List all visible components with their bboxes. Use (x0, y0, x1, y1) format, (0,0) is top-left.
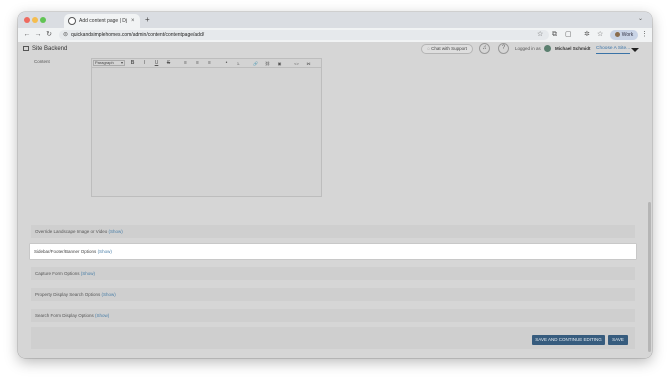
format-select-value: Paragraph (95, 60, 114, 65)
profile-icon[interactable]: ☆ (597, 30, 603, 40)
user-avatar[interactable] (543, 44, 552, 53)
rich-text-editor[interactable]: Paragraph ▾ B I U S ≡ ≡ ≡ • 1. 🔗 ⛓ ▣ <> … (91, 58, 322, 197)
back-icon[interactable]: ← (22, 30, 32, 40)
show-link[interactable]: (Show) (81, 271, 95, 276)
site-logo-icon (23, 45, 29, 51)
section-label: Sidebar/Footer/Banner Options (34, 249, 97, 254)
tab-strip: Add content page | Django s × + ⌄ (18, 12, 652, 28)
menu-icon[interactable]: ⋮ (641, 30, 648, 40)
help-icon[interactable]: ? (498, 43, 509, 54)
chevron-down-icon[interactable] (631, 48, 639, 52)
unlink-icon[interactable]: ⛓ (264, 60, 271, 67)
browser-toolbar: ← → ↻ ⊜ quickandsimplehomes.com/admin/co… (18, 28, 652, 42)
show-link[interactable]: (Show) (108, 229, 122, 234)
section-property-display-search[interactable]: Property Display Search Options (Show) (31, 288, 635, 301)
section-label: Override Landscape Image or Video (35, 229, 108, 234)
section-capture-form[interactable]: Capture Form Options (Show) (31, 267, 635, 280)
content-field-label: Content (34, 59, 50, 64)
strikethrough-icon[interactable]: S (165, 60, 172, 67)
profile-label: Work (621, 32, 634, 38)
section-label: Search Form Display Options (35, 313, 94, 318)
close-window-button[interactable] (24, 17, 30, 23)
minimize-window-button[interactable] (32, 17, 38, 23)
profile-avatar (614, 32, 620, 38)
forward-icon[interactable]: → (33, 30, 43, 40)
italic-icon[interactable]: I (141, 60, 148, 67)
reload-icon[interactable]: ↻ (44, 30, 54, 40)
show-link[interactable]: (Show) (95, 313, 109, 318)
extensions-icon[interactable]: ⧉ (552, 30, 557, 40)
bookmark-star-icon[interactable]: ☆ (537, 31, 543, 39)
save-and-continue-button[interactable]: SAVE AND CONTINUE EDITING (532, 335, 605, 345)
editor-toolbar: Paragraph ▾ B I U S ≡ ≡ ≡ • 1. 🔗 ⛓ ▣ <> … (92, 59, 321, 68)
section-label: Capture Form Options (35, 271, 80, 276)
browser-tab[interactable]: Add content page | Django s × (64, 14, 140, 28)
align-left-icon[interactable]: ≡ (182, 60, 189, 67)
downloads-icon[interactable]: ▢ (565, 30, 572, 40)
logged-in-label: Logged in as (515, 46, 541, 51)
tab-close-icon[interactable]: × (131, 17, 135, 25)
show-link[interactable]: (Show) (98, 249, 112, 254)
puzzle-icon[interactable]: ✲ (584, 30, 590, 40)
site-title-text: Site Backend (32, 46, 68, 52)
site-header: Site Backend ◌ Chat with Support ♫ ? Log… (18, 42, 652, 56)
image-icon[interactable]: ▣ (276, 60, 283, 67)
new-tab-icon[interactable]: + (145, 15, 150, 24)
bullet-list-icon[interactable]: • (223, 60, 230, 67)
format-select[interactable]: Paragraph ▾ (93, 60, 125, 66)
show-link[interactable]: (Show) (102, 292, 116, 297)
bold-icon[interactable]: B (129, 60, 136, 67)
underline-icon[interactable]: U (153, 60, 160, 67)
editor-body[interactable] (92, 69, 321, 196)
maximize-window-button[interactable] (40, 17, 46, 23)
profile-chip[interactable]: Work (610, 30, 638, 40)
tab-search-icon[interactable]: ⌄ (638, 15, 643, 22)
section-override-landscape[interactable]: Override Landscape Image or Video (Show) (31, 225, 635, 238)
page-scrollbar[interactable] (648, 202, 651, 352)
chevron-down-icon: ▾ (120, 60, 123, 65)
site-title[interactable]: Site Backend (23, 44, 67, 54)
site-info-icon[interactable]: ⊜ (63, 31, 68, 39)
address-bar[interactable]: ⊜ quickandsimplehomes.com/admin/content/… (59, 30, 549, 40)
django-favicon-icon (68, 17, 76, 25)
chat-label: Chat with Support (431, 46, 467, 51)
section-label: Property Display Search Options (35, 292, 101, 297)
chat-support-button[interactable]: ◌ Chat with Support (421, 44, 473, 54)
code-icon[interactable]: <> (293, 60, 300, 67)
choose-site-dropdown[interactable]: Choose A Site... (596, 45, 631, 54)
bell-icon[interactable]: ♫ (479, 43, 490, 54)
section-sidebar-footer-banner[interactable]: Sidebar/Footer/Banner Options (Show) (30, 244, 636, 259)
save-button[interactable]: SAVE (608, 335, 628, 345)
tab-title: Add content page | Django s (79, 18, 127, 24)
link-icon[interactable]: 🔗 (252, 60, 259, 67)
section-search-form-display[interactable]: Search Form Display Options (Show) (31, 309, 635, 322)
fullscreen-icon[interactable]: ⋈ (305, 60, 312, 67)
browser-window: Add content page | Django s × + ⌄ ← → ↻ … (18, 12, 652, 358)
page-content: Site Backend ◌ Chat with Support ♫ ? Log… (18, 42, 652, 358)
align-center-icon[interactable]: ≡ (194, 60, 201, 67)
align-right-icon[interactable]: ≡ (206, 60, 213, 67)
numbered-list-icon[interactable]: 1. (235, 60, 242, 67)
username[interactable]: Michael Schmidt (555, 45, 591, 53)
url-text[interactable]: quickandsimplehomes.com/admin/content/co… (71, 31, 204, 39)
